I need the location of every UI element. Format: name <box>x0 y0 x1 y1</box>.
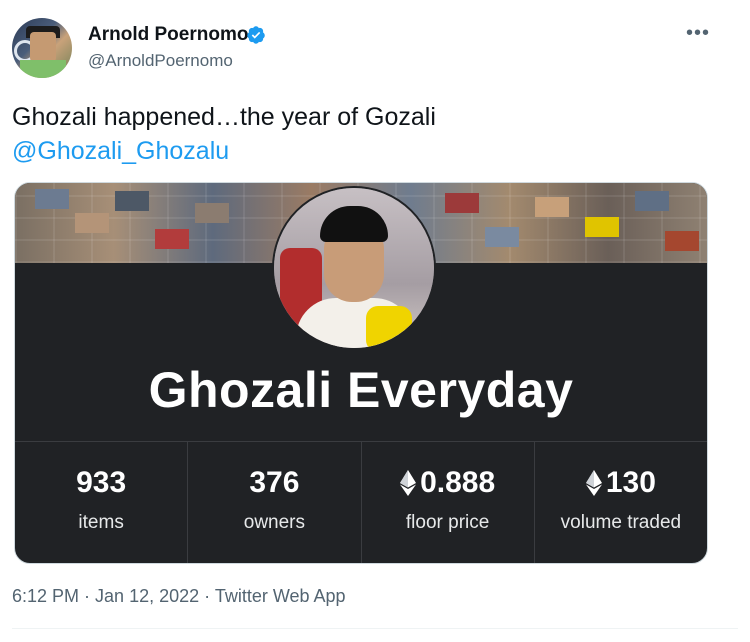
tweet-text: Ghozali happened…the year of Gozali @Gho… <box>12 100 712 168</box>
more-options-icon[interactable]: ••• <box>686 22 710 45</box>
stat-label: volume traded <box>560 512 682 533</box>
ethereum-icon <box>585 470 602 496</box>
divider <box>12 628 738 629</box>
meta-separator: · <box>79 586 96 606</box>
stat-label: floor price <box>405 512 490 533</box>
tweet-time[interactable]: 6:12 PM <box>12 586 79 606</box>
avatar-shirt <box>20 60 66 78</box>
meta-separator: · <box>199 586 215 606</box>
author-avatar[interactable] <box>12 18 72 78</box>
stat-value: 933 <box>76 466 127 499</box>
collection-title: Ghozali Everyday <box>148 362 574 418</box>
stat-label: items <box>78 512 124 533</box>
profile-shirt-pattern <box>366 306 412 348</box>
tweet-date[interactable]: Jan 12, 2022 <box>95 586 199 606</box>
nft-collection-card[interactable]: Ghozali Everyday 933 items 376 owners 0.… <box>14 182 708 564</box>
avatar-face <box>30 32 56 62</box>
tweet-text-line: Ghozali happened…the year of Gozali <box>12 103 436 131</box>
stat-label: owners <box>243 512 305 533</box>
stat-floor-price: 0.888 floor price <box>362 442 535 563</box>
collection-stats: 933 items 376 owners 0.888 floor price 1… <box>15 441 707 563</box>
stat-volume-traded: 130 volume traded <box>535 442 707 563</box>
stat-items: 933 items <box>15 442 189 563</box>
stat-owners: 376 owners <box>188 442 362 563</box>
ethereum-icon <box>400 470 417 496</box>
verified-badge-icon <box>247 26 265 44</box>
stat-value: 130 <box>605 466 656 499</box>
collection-profile-image <box>272 186 436 350</box>
stat-value: 376 <box>249 466 300 499</box>
tweet-meta: 6:12 PM · Jan 12, 2022 · Twitter Web App <box>12 586 346 607</box>
mention-link[interactable]: @Ghozali_Ghozalu <box>12 134 712 168</box>
author-handle[interactable]: @ArnoldPoernomo <box>88 51 233 71</box>
tweet-source: Twitter Web App <box>214 586 346 606</box>
author-name[interactable]: Arnold Poernomo <box>88 24 248 46</box>
stat-value: 0.888 <box>420 466 496 499</box>
